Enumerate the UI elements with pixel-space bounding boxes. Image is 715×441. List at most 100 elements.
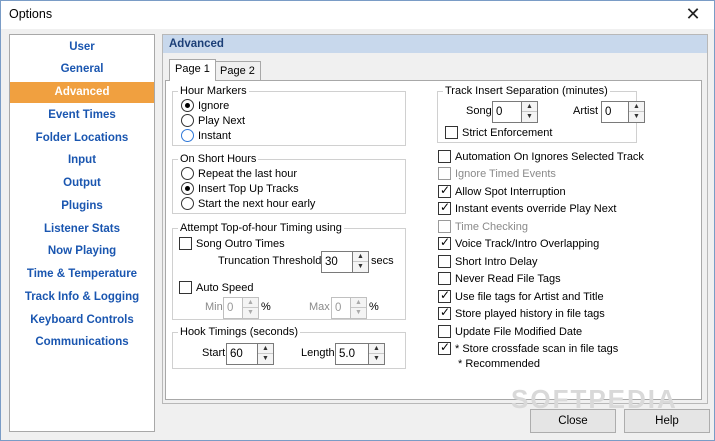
down-arrow-icon[interactable]: ▼ xyxy=(258,354,273,364)
spin-arrows[interactable]: ▲ ▼ xyxy=(243,297,259,319)
checkbox-box xyxy=(438,167,451,180)
sidebar-item-time-temperature[interactable]: Time & Temperature xyxy=(10,264,154,285)
hook-start-value[interactable]: 60 xyxy=(226,343,258,365)
hook-length-value[interactable]: 5.0 xyxy=(335,343,369,365)
hour-markers-label: Hour Markers xyxy=(178,85,249,97)
sidebar-item-input[interactable]: Input xyxy=(10,150,154,171)
sidebar-item-now-playing[interactable]: Now Playing xyxy=(10,241,154,262)
radio-indicator xyxy=(181,167,194,180)
radio-play-next[interactable]: Play Next xyxy=(181,114,245,127)
checkbox-box xyxy=(438,200,451,215)
sidebar-item-folder-locations[interactable]: Folder Locations xyxy=(10,128,154,149)
checkbox-box xyxy=(438,255,451,268)
artist-separation-stepper[interactable]: 0 ▲ ▼ xyxy=(601,101,645,123)
truncation-threshold-stepper[interactable]: 30 ▲ ▼ xyxy=(321,251,369,273)
down-arrow-icon[interactable]: ▼ xyxy=(351,308,366,318)
radio-indicator xyxy=(181,182,194,195)
max-speed-stepper[interactable]: 0 ▲ ▼ xyxy=(331,297,367,319)
short-hours-label: On Short Hours xyxy=(178,153,259,165)
truncation-value[interactable]: 30 xyxy=(321,251,353,273)
up-arrow-icon[interactable]: ▲ xyxy=(258,344,273,354)
up-arrow-icon[interactable]: ▲ xyxy=(522,102,537,112)
down-arrow-icon[interactable]: ▼ xyxy=(369,354,384,364)
down-arrow-icon[interactable]: ▼ xyxy=(353,262,368,272)
radio-instant[interactable]: Instant xyxy=(181,129,231,142)
up-arrow-icon[interactable]: ▲ xyxy=(243,298,258,308)
sidebar-item-listener-stats[interactable]: Listener Stats xyxy=(10,219,154,240)
tab-page-2[interactable]: Page 2 xyxy=(214,61,261,81)
checkbox-box xyxy=(438,150,451,163)
radio-indicator xyxy=(181,197,194,210)
option-never-read-tags[interactable]: Never Read File Tags xyxy=(438,272,561,285)
window-title: Options xyxy=(9,7,53,21)
option-update-modified-date[interactable]: Update File Modified Date xyxy=(438,325,582,338)
option-ignore-timed-events[interactable]: Ignore Timed Events xyxy=(438,167,556,180)
separation-label: Track Insert Separation (minutes) xyxy=(443,85,610,97)
option-instant-override[interactable]: Instant events override Play Next xyxy=(438,200,616,215)
radio-insert-top-up[interactable]: Insert Top Up Tracks xyxy=(181,182,299,195)
spin-arrows[interactable]: ▲ ▼ xyxy=(522,101,538,123)
max-value[interactable]: 0 xyxy=(331,297,351,319)
sidebar-item-plugins[interactable]: Plugins xyxy=(10,196,154,217)
radio-start-next-hour[interactable]: Start the next hour early xyxy=(181,197,315,210)
sidebar-item-event-times[interactable]: Event Times xyxy=(10,105,154,126)
option-store-crossfade-scan[interactable]: * Store crossfade scan in file tags xyxy=(438,340,619,355)
sidebar-item-keyboard-controls[interactable]: Keyboard Controls xyxy=(10,310,154,331)
checkbox-box xyxy=(179,281,192,294)
radio-indicator xyxy=(181,99,194,112)
sidebar-item-user[interactable]: User xyxy=(10,37,154,58)
up-arrow-icon[interactable]: ▲ xyxy=(353,252,368,262)
radio-label: Start the next hour early xyxy=(198,197,316,210)
option-time-checking[interactable]: Time Checking xyxy=(438,220,528,233)
checkbox-label: Automation On Ignores Selected Track xyxy=(455,150,644,163)
down-arrow-icon[interactable]: ▼ xyxy=(522,112,537,122)
checkbox-label: Time Checking xyxy=(455,220,528,233)
artist-separation-value[interactable]: 0 xyxy=(601,101,629,123)
option-use-file-tags[interactable]: Use file tags for Artist and Title xyxy=(438,288,604,303)
tab-page-1[interactable]: Page 1 xyxy=(169,59,216,81)
sidebar-item-track-info-logging[interactable]: Track Info & Logging xyxy=(10,287,154,308)
option-automation-ignores[interactable]: Automation On Ignores Selected Track xyxy=(438,150,644,163)
min-speed-stepper[interactable]: 0 ▲ ▼ xyxy=(223,297,259,319)
down-arrow-icon[interactable]: ▼ xyxy=(629,112,644,122)
sidebar-item-advanced[interactable]: Advanced xyxy=(10,82,154,103)
hook-start-stepper[interactable]: 60 ▲ ▼ xyxy=(226,343,274,365)
option-allow-spot-interruption[interactable]: Allow Spot Interruption xyxy=(438,183,566,198)
options-sidebar: User General Advanced Event Times Folder… xyxy=(9,34,155,432)
help-button[interactable]: Help xyxy=(624,409,710,433)
spin-arrows[interactable]: ▲ ▼ xyxy=(629,101,645,123)
up-arrow-icon[interactable]: ▲ xyxy=(351,298,366,308)
checkbox-label: Never Read File Tags xyxy=(455,272,561,285)
spin-arrows[interactable]: ▲ ▼ xyxy=(258,343,274,365)
song-separation-stepper[interactable]: 0 ▲ ▼ xyxy=(492,101,538,123)
close-button[interactable]: Close xyxy=(530,409,616,433)
close-icon[interactable]: ✕ xyxy=(680,2,706,26)
up-arrow-icon[interactable]: ▲ xyxy=(629,102,644,112)
radio-label: Play Next xyxy=(198,114,246,127)
sidebar-item-general[interactable]: General xyxy=(10,59,154,80)
auto-speed-checkbox[interactable]: Auto Speed xyxy=(179,281,254,294)
checkbox-box xyxy=(438,220,451,233)
checkbox-label: * Store crossfade scan in file tags xyxy=(455,342,619,355)
sidebar-item-communications[interactable]: Communications xyxy=(10,332,154,353)
strict-enforcement-checkbox[interactable]: Strict Enforcement xyxy=(445,126,552,139)
song-separation-value[interactable]: 0 xyxy=(492,101,522,123)
checkbox-box xyxy=(438,305,451,320)
radio-indicator xyxy=(181,129,194,142)
min-value[interactable]: 0 xyxy=(223,297,243,319)
spin-arrows[interactable]: ▲ ▼ xyxy=(369,343,385,365)
radio-repeat-last-hour[interactable]: Repeat the last hour xyxy=(181,167,297,180)
sidebar-item-output[interactable]: Output xyxy=(10,173,154,194)
up-arrow-icon[interactable]: ▲ xyxy=(369,344,384,354)
song-outro-checkbox[interactable]: Song Outro Times xyxy=(179,237,285,250)
option-store-played-history[interactable]: Store played history in file tags xyxy=(438,305,605,320)
checkbox-label: Voice Track/Intro Overlapping xyxy=(455,237,600,250)
spin-arrows[interactable]: ▲ ▼ xyxy=(351,297,367,319)
option-voice-track-overlap[interactable]: Voice Track/Intro Overlapping xyxy=(438,235,600,250)
hook-length-stepper[interactable]: 5.0 ▲ ▼ xyxy=(335,343,385,365)
spin-arrows[interactable]: ▲ ▼ xyxy=(353,251,369,273)
option-short-intro-delay[interactable]: Short Intro Delay xyxy=(438,255,538,268)
radio-ignore[interactable]: Ignore xyxy=(181,99,229,112)
down-arrow-icon[interactable]: ▼ xyxy=(243,308,258,318)
song-label: Song xyxy=(466,105,492,117)
